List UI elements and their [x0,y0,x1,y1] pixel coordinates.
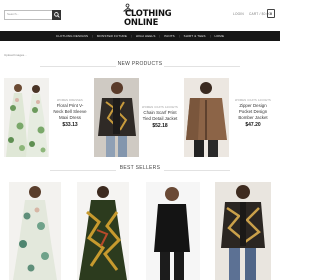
section-divider [164,66,240,67]
nav-item-monster-future[interactable]: MONSTER FUTURE [97,34,127,38]
product-info: WOMEN COATS JACKETS Zipper Design Pocket… [230,99,276,128]
nav-item-home[interactable]: HOME [215,34,225,38]
upload-note: Upload Images... [4,53,27,57]
nav-item-pants[interactable]: PANTS [164,34,175,38]
product-category: WOMEN COATS JACKETS [142,106,178,109]
product-image-chain-jacket[interactable] [94,78,139,157]
search-placeholder: Search... [7,12,20,16]
nav-item-shirt-tees[interactable]: SHIRT & TEES [184,34,206,38]
product-price: $52.18 [152,123,168,129]
product-name-link[interactable]: Zipper Design [230,103,276,108]
bestseller-image-2[interactable] [77,182,129,280]
nav-item-high-heels[interactable]: HIGH HEELS [136,34,156,38]
bestseller-image-4[interactable] [215,182,271,280]
product-info: WOMEN COATS JACKETS Chain Scarf Print Ti… [138,106,182,129]
best-sellers-heading: BEST SELLERS [119,165,161,171]
nav-item-clothing-designs[interactable]: CLOTHING DESIGNS [56,34,88,38]
product-image-floral-dress[interactable] [4,78,49,157]
login-link[interactable]: LOGIN [233,12,244,16]
logo-text-line2: ONLINE [124,17,159,27]
product-name-link[interactable]: Pocket Design [230,109,276,114]
product-name-link[interactable]: Bomber Jacket [230,115,276,120]
search-button[interactable] [52,10,61,20]
product-info: WOMEN DRESSES Floral Print V- Neck Bell … [50,99,90,128]
product-name-link[interactable]: Tied Detail Jacket [138,116,182,121]
cart-count-badge[interactable]: 0 [267,9,275,18]
product-name-link[interactable]: Neck Bell Sleeve [50,109,90,114]
product-name-link[interactable]: Chain Scarf Print [138,110,182,115]
product-name-link[interactable]: Floral Print V- [50,103,90,108]
product-name-link[interactable]: Maxi Dress [50,115,90,120]
product-price: $47.20 [245,122,261,128]
product-category: WOMEN COATS JACKETS [235,99,271,102]
search-icon [53,12,60,18]
product-category: WOMEN DRESSES [57,99,83,102]
section-divider [164,170,230,171]
product-price: $33.13 [62,122,78,128]
product-image-bomber-jacket[interactable] [184,78,229,157]
site-logo[interactable]: CLOTHING ONLINE [120,3,172,29]
main-navigation: CLOTHING DESIGNS | MONSTER FUTURE | HIGH… [0,31,280,41]
bestseller-image-3[interactable] [146,182,200,280]
bestseller-image-1[interactable] [9,182,61,280]
